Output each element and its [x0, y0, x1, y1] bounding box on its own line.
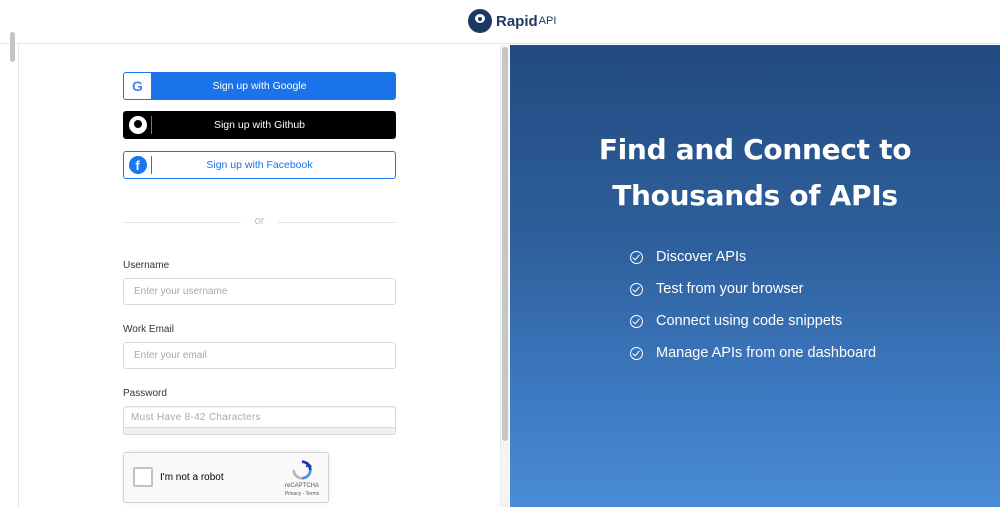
google-signup-label: Sign up with Google [212, 80, 307, 92]
recaptcha-privacy-terms[interactable]: Privacy - Terms [274, 491, 330, 497]
feature-text: Connect using code snippets [656, 313, 843, 329]
logo-sub-text: API [538, 15, 557, 27]
form-scrollbar-thumb[interactable] [502, 47, 508, 441]
username-label: Username [123, 260, 170, 271]
feature-item: Manage APIs from one dashboard [630, 337, 876, 369]
top-bar: Rapid API [0, 0, 1000, 44]
facebook-signup-button[interactable]: f Sign up with Facebook [123, 151, 396, 179]
check-circle-icon [630, 314, 643, 328]
username-input[interactable] [123, 278, 396, 305]
feature-text: Manage APIs from one dashboard [656, 345, 877, 361]
github-icon [124, 116, 152, 134]
check-circle-icon [630, 346, 643, 360]
recaptcha-widget: I'm not a robot reCAPTCHA Privacy - Term… [123, 452, 329, 503]
feature-list: Discover APIs Test from your browser Con… [630, 241, 876, 369]
window-scrollbar[interactable] [10, 32, 15, 62]
check-circle-icon [630, 282, 643, 296]
rapidapi-logo-icon [468, 9, 492, 33]
marketing-panel: Find and Connect to Thousands of APIs Di… [510, 45, 1000, 507]
facebook-icon: f [124, 156, 152, 174]
recaptcha-checkbox[interactable] [133, 467, 153, 487]
facebook-signup-label: Sign up with Facebook [206, 159, 313, 171]
recaptcha-brand: reCAPTCHA [284, 483, 319, 489]
password-field-wrapper [123, 406, 396, 435]
google-signup-button[interactable]: G Sign up with Google [123, 72, 396, 100]
logo-text: Rapid [496, 12, 538, 30]
or-text: or [254, 215, 265, 227]
google-icon: G [124, 73, 152, 99]
github-signup-label: Sign up with Github [213, 119, 306, 131]
recaptcha-label: I'm not a robot [160, 472, 224, 483]
check-circle-icon [630, 250, 643, 264]
feature-item: Test from your browser [630, 273, 876, 305]
form-scrollbar[interactable] [500, 45, 509, 507]
feature-text: Test from your browser [656, 281, 804, 297]
work-email-input[interactable] [123, 342, 396, 369]
password-label: Password [123, 388, 167, 399]
recaptcha-icon [292, 460, 313, 480]
work-email-label: Work Email [123, 324, 174, 335]
hero-heading: Find and Connect to Thousands of APIs [510, 127, 1000, 219]
hero-line-1: Find and Connect to [598, 133, 912, 166]
feature-text: Discover APIs [656, 249, 747, 265]
or-divider: or [123, 215, 396, 229]
hero-line-2: Thousands of APIs [612, 179, 898, 212]
rapidapi-logo[interactable]: Rapid API [468, 9, 556, 33]
signup-form-pane: G Sign up with Google Sign up with Githu… [19, 45, 499, 507]
feature-item: Discover APIs [630, 241, 876, 273]
github-signup-button[interactable]: Sign up with Github [123, 111, 396, 139]
feature-item: Connect using code snippets [630, 305, 876, 337]
password-input[interactable] [124, 408, 395, 428]
